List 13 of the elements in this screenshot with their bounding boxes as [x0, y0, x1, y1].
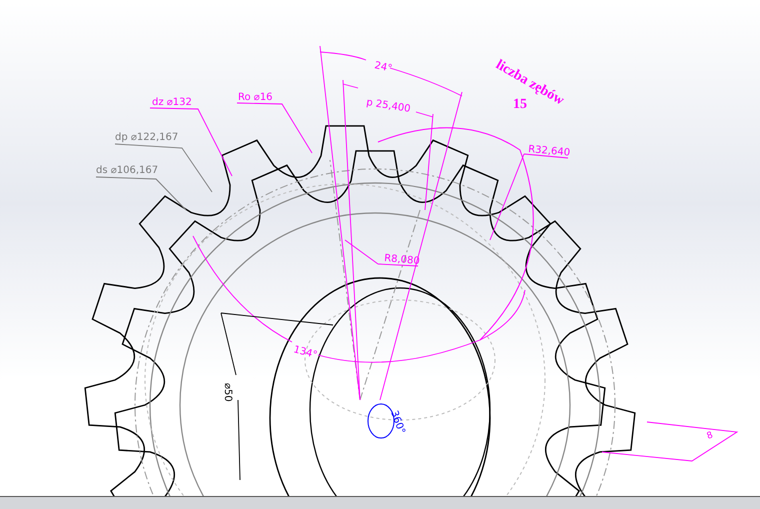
dimension-label: Ro ⌀16 — [238, 92, 273, 103]
dimension-label: p 25,400 — [366, 97, 412, 115]
dimension-label: 134° — [292, 344, 318, 362]
dimension-label: R32,640 — [528, 144, 570, 159]
dimension-label: 360° — [388, 409, 407, 436]
dimension-label: ⌀50 — [222, 383, 233, 402]
dimension-label: dz ⌀132 — [152, 97, 192, 108]
dimension-label: dp ⌀122,167 — [115, 132, 178, 143]
dimension-label: 8 — [706, 430, 714, 442]
dimension-label: ds ⌀106,167 — [96, 165, 158, 176]
dimension-label: R8,080 — [384, 253, 420, 268]
dimension-label: 24° — [373, 60, 393, 75]
dimension-label: 15 — [513, 97, 527, 112]
